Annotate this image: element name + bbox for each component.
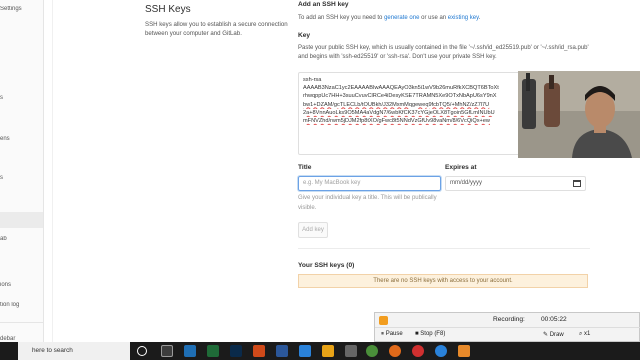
title-label: Title bbox=[298, 164, 312, 171]
section-divider bbox=[298, 248, 590, 249]
file-explorer-icon[interactable] bbox=[322, 345, 334, 357]
recording-time: 00:05:22 bbox=[541, 316, 567, 323]
sidebar-item-authentication-log[interactable]: tion log bbox=[0, 302, 43, 308]
edge-icon[interactable] bbox=[184, 345, 196, 357]
stop-shortcut: (F8) bbox=[434, 331, 446, 337]
sidebar-item-tokens[interactable]: ens bbox=[0, 136, 43, 142]
intro-suffix: . bbox=[478, 15, 481, 21]
webcam-overlay bbox=[518, 71, 640, 158]
task-view-icon[interactable] bbox=[161, 345, 173, 357]
sidebar-item-ssh-keys-active[interactable] bbox=[0, 212, 43, 228]
zoom-button[interactable]: ⌕ x1 bbox=[579, 331, 590, 338]
expires-date-input[interactable]: mm/dd/yyyy bbox=[445, 176, 586, 191]
title-hint: Give your individual key a title. This w… bbox=[298, 195, 437, 211]
app-icon[interactable] bbox=[345, 345, 357, 357]
content-divider bbox=[52, 0, 53, 342]
add-key-button[interactable]: Add key bbox=[298, 222, 328, 238]
taskbar-search-text: here to search bbox=[32, 347, 73, 354]
key-label: Key bbox=[298, 32, 311, 39]
recording-indicator-icon bbox=[379, 316, 388, 325]
generate-key-link[interactable]: generate one bbox=[384, 15, 419, 21]
recording-label: Recording: bbox=[493, 316, 525, 323]
windows-start-button[interactable] bbox=[0, 342, 18, 360]
collapse-sidebar[interactable]: debar bbox=[0, 322, 43, 342]
page-title: SSH Keys bbox=[145, 4, 191, 15]
app-icon[interactable] bbox=[253, 345, 265, 357]
taskbar-search[interactable]: here to search bbox=[18, 342, 130, 360]
stop-button[interactable]: ■ Stop (F8) bbox=[415, 331, 445, 337]
sidebar-item-applications[interactable]: ions bbox=[0, 282, 43, 288]
app-icon[interactable] bbox=[412, 345, 424, 357]
zoom-level: x1 bbox=[584, 331, 591, 337]
webcam-image bbox=[518, 71, 640, 158]
recorder-divider bbox=[375, 327, 640, 328]
stop-label: Stop bbox=[420, 331, 433, 337]
existing-key-link[interactable]: existing key bbox=[448, 15, 479, 21]
pause-button[interactable]: ⏸ Pause bbox=[381, 331, 403, 338]
firefox-icon[interactable] bbox=[389, 345, 401, 357]
stop-icon: ■ bbox=[415, 331, 419, 337]
calendar-icon[interactable] bbox=[573, 180, 581, 187]
chrome-icon[interactable] bbox=[366, 345, 378, 357]
app-icon[interactable] bbox=[299, 345, 311, 357]
section-description-text: SSH keys allow you to establish a secure… bbox=[145, 21, 288, 37]
photoshop-icon[interactable] bbox=[230, 345, 242, 357]
intro-middle: or use an bbox=[419, 15, 448, 21]
pause-label: Pause bbox=[385, 331, 403, 337]
expires-date-placeholder: mm/dd/yyyy bbox=[450, 180, 483, 186]
sidebar-item-settings[interactable]: Settings bbox=[0, 6, 43, 12]
sidebar-item-ssh[interactable]: s bbox=[0, 95, 43, 101]
key-help-text: Paste your public SSH key, which is usua… bbox=[298, 45, 589, 60]
draw-button[interactable]: ✎ Draw bbox=[543, 331, 564, 338]
recording-widget: Recording: 00:05:22 ⏸ Pause ■ Stop (F8) … bbox=[374, 312, 640, 342]
dreamweaver-icon[interactable] bbox=[207, 345, 219, 357]
draw-icon: ✎ bbox=[543, 332, 549, 338]
app-icon[interactable] bbox=[435, 345, 447, 357]
gitlab-page: Settings s ens s ab ions tion log debar … bbox=[0, 0, 640, 342]
word-icon[interactable] bbox=[276, 345, 288, 357]
pause-icon: ⏸ bbox=[381, 331, 385, 337]
no-keys-alert: There are no SSH keys with access to you… bbox=[298, 274, 588, 288]
add-ssh-key-heading: Add an SSH key bbox=[298, 1, 349, 8]
cortana-icon[interactable] bbox=[137, 346, 147, 356]
draw-label: Draw bbox=[549, 332, 564, 338]
expires-label: Expires at bbox=[445, 164, 477, 171]
add-ssh-key-intro: To add an SSH key you need to generate o… bbox=[298, 14, 480, 23]
settings-sidebar: Settings s ens s ab ions tion log debar bbox=[0, 0, 44, 342]
title-input[interactable]: e.g. My MacBook key bbox=[298, 176, 441, 191]
recorder-app-icon[interactable] bbox=[458, 345, 470, 357]
sidebar-item-emails[interactable]: s bbox=[0, 175, 43, 181]
your-ssh-keys-heading: Your SSH keys (0) bbox=[298, 262, 355, 269]
windows-taskbar: here to search bbox=[0, 342, 640, 360]
zoom-icon: ⌕ bbox=[579, 331, 583, 337]
sidebar-item-gpg[interactable]: ab bbox=[0, 236, 43, 242]
intro-prefix: To add an SSH key you need to bbox=[298, 15, 385, 21]
section-description: SSH Keys SSH keys allow you to establish… bbox=[145, 4, 290, 38]
